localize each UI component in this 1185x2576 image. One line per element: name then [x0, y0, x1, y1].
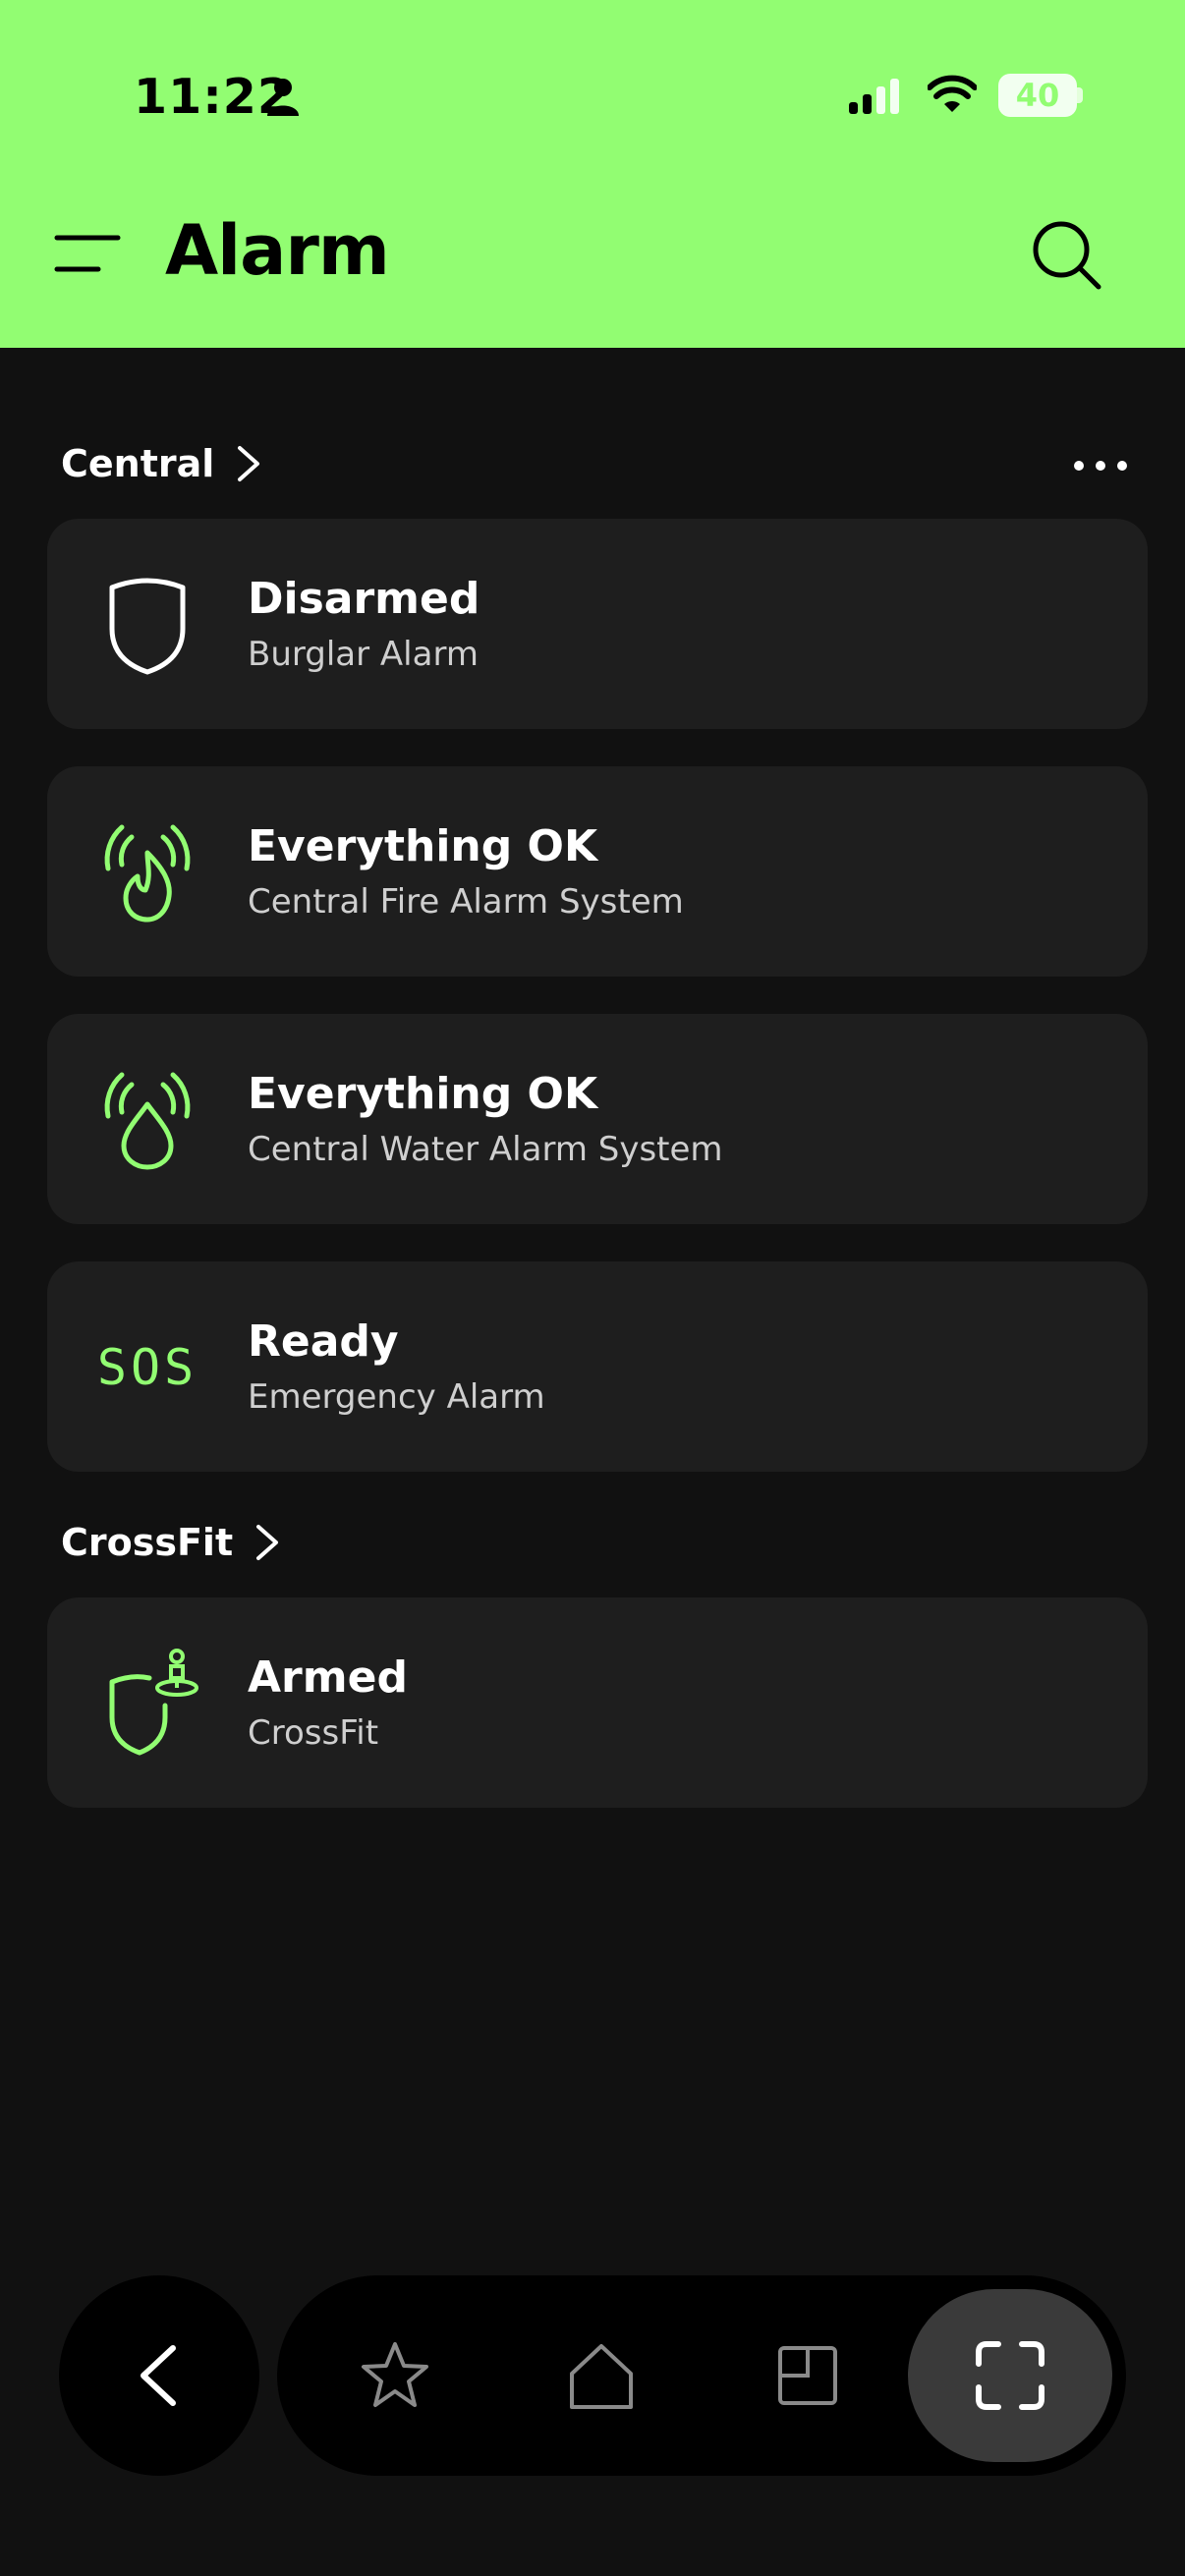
home-icon[interactable] — [562, 2336, 641, 2415]
card-title: Ready — [248, 1316, 399, 1367]
alarm-card-emergency[interactable]: SOS Ready Emergency Alarm — [47, 1261, 1148, 1472]
alarm-card-water[interactable]: Everything OK Central Water Alarm System — [47, 1014, 1148, 1224]
back-icon — [141, 2345, 176, 2406]
more-options-icon[interactable] — [1071, 454, 1130, 477]
star-icon[interactable] — [356, 2336, 434, 2415]
bottom-navigation — [277, 2275, 1126, 2476]
card-title: Everything OK — [248, 821, 598, 871]
section-crossfit[interactable]: CrossFit — [61, 1513, 280, 1572]
chevron-right-icon — [238, 446, 260, 481]
card-subtitle: Central Water Alarm System — [248, 1130, 723, 1169]
section-label: Central — [61, 442, 215, 485]
status-bar: 11:22 40 — [0, 0, 1185, 196]
section-central[interactable]: Central — [61, 434, 261, 493]
menu-icon[interactable] — [53, 232, 122, 275]
alarm-card-crossfit[interactable]: Armed CrossFit — [47, 1597, 1148, 1808]
wifi-icon — [928, 75, 977, 112]
nav-item-scan-active[interactable] — [908, 2289, 1112, 2462]
card-subtitle: Burglar Alarm — [248, 635, 479, 674]
app-header: 11:22 40 Alarm — [0, 0, 1185, 348]
floorplan-icon[interactable] — [768, 2336, 847, 2415]
card-title: Disarmed — [248, 574, 480, 624]
fire-alarm-icon — [104, 824, 191, 923]
section-label: CrossFit — [61, 1521, 234, 1564]
chevron-right-icon — [256, 1525, 279, 1560]
alarm-card-fire[interactable]: Everything OK Central Fire Alarm System — [47, 766, 1148, 977]
scan-icon — [976, 2341, 1044, 2410]
water-alarm-icon — [104, 1072, 191, 1170]
card-subtitle: CrossFit — [248, 1713, 379, 1753]
alarm-card-burglar[interactable]: Disarmed Burglar Alarm — [47, 519, 1148, 729]
shield-icon — [109, 578, 186, 675]
search-icon[interactable] — [1030, 218, 1102, 291]
page-title: Alarm — [165, 210, 390, 291]
battery-indicator: 40 — [998, 74, 1077, 117]
signal-icon — [849, 79, 899, 114]
card-title: Armed — [248, 1652, 408, 1703]
armed-shield-icon — [109, 1649, 198, 1756]
card-title: Everything OK — [248, 1069, 598, 1119]
person-icon — [267, 79, 299, 116]
card-subtitle: Emergency Alarm — [248, 1377, 545, 1417]
back-button[interactable] — [59, 2275, 259, 2476]
sos-icon: SOS — [96, 1339, 198, 1396]
battery-tip — [1077, 87, 1083, 103]
card-subtitle: Central Fire Alarm System — [248, 882, 684, 922]
